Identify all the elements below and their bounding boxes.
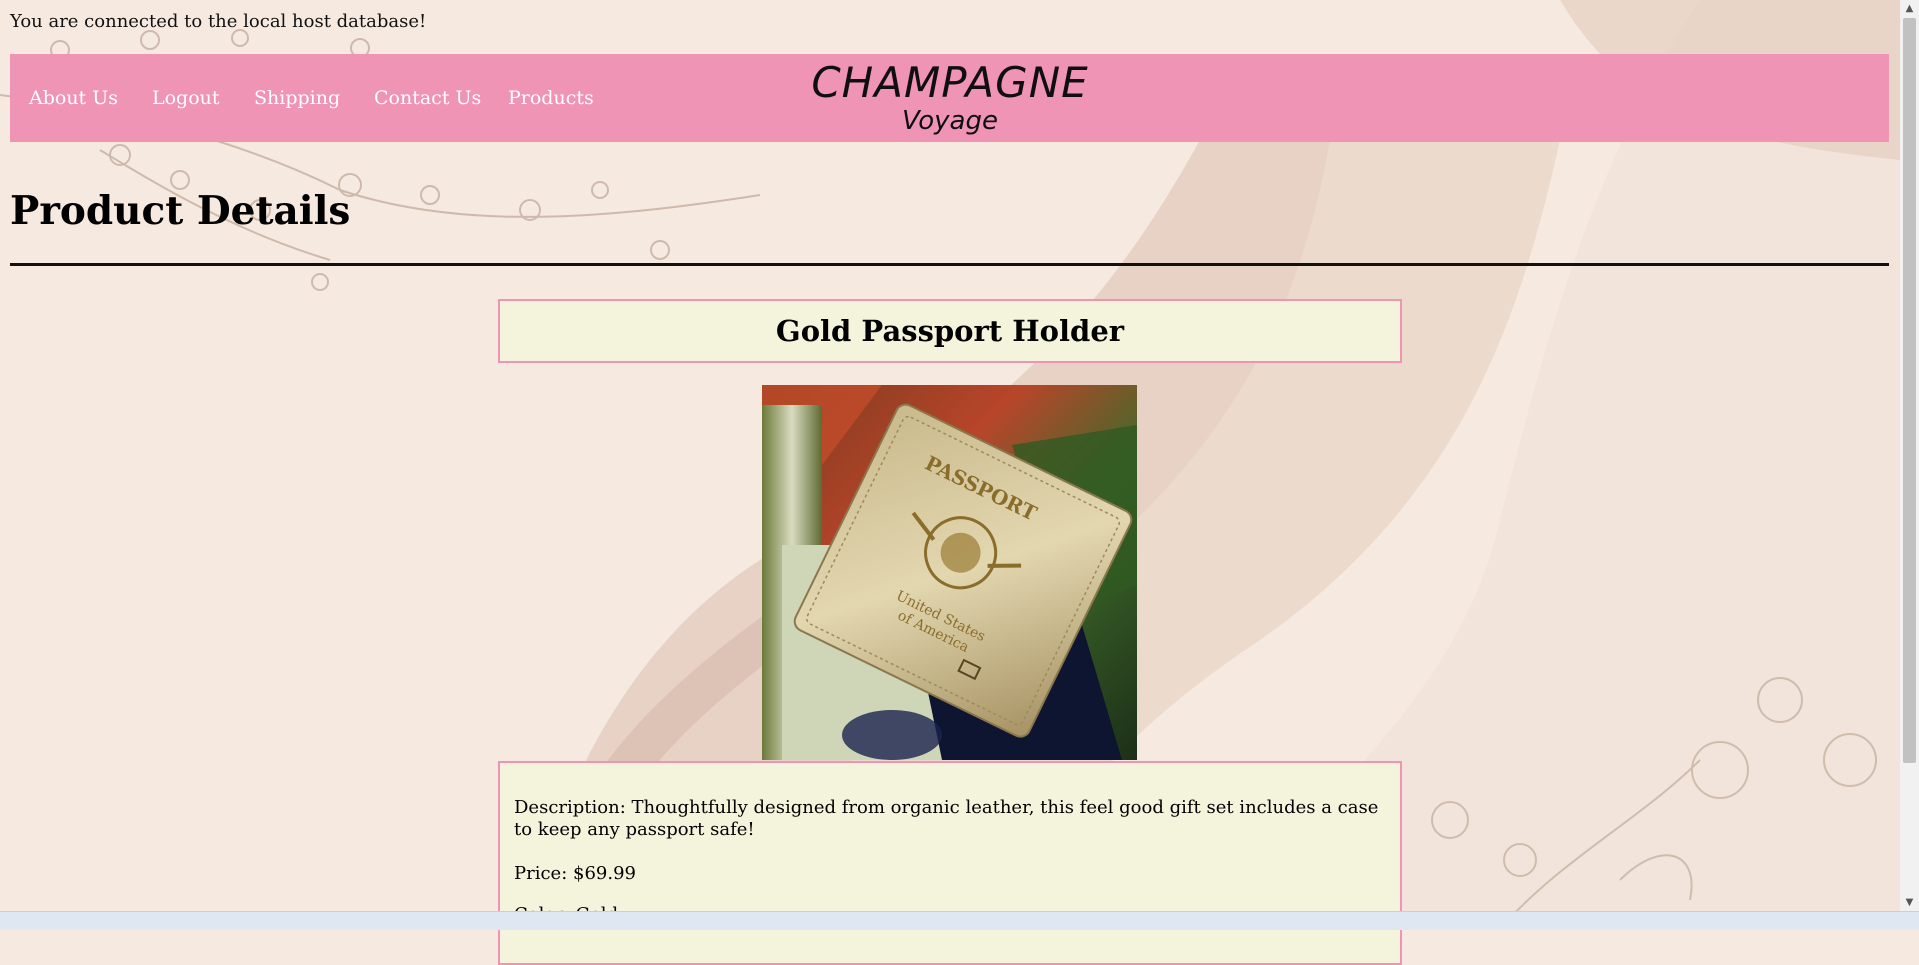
nav-link-about-us[interactable]: About Us: [29, 87, 118, 109]
scroll-up-arrow-icon[interactable]: ▲: [1900, 0, 1919, 17]
site-logo[interactable]: CHAMPAGNE Voyage: [800, 54, 1100, 142]
page-title: Product Details: [10, 188, 351, 234]
nav-link-logout[interactable]: Logout: [152, 87, 220, 109]
logo-main-text: CHAMPAGNE: [811, 58, 1089, 107]
title-divider: [10, 263, 1889, 266]
product-details-box: Description: Thoughtfully designed from …: [498, 761, 1402, 965]
main-navbar: About Us Logout Shipping Contact Us Prod…: [10, 54, 1889, 142]
logo-sub-text: Voyage: [902, 106, 998, 136]
product-price: Price: $69.99: [514, 863, 636, 884]
nav-link-shipping[interactable]: Shipping: [254, 87, 340, 109]
product-description: Description: Thoughtfully designed from …: [514, 797, 1379, 840]
page-content: You are connected to the local host data…: [0, 0, 1900, 965]
scroll-down-arrow-icon[interactable]: ▼: [1900, 894, 1919, 911]
scrollbar-thumb[interactable]: [1903, 18, 1916, 763]
product-name-box: Gold Passport Holder: [498, 299, 1402, 363]
product-name: Gold Passport Holder: [775, 314, 1125, 348]
nav-link-products[interactable]: Products: [508, 87, 594, 109]
vertical-scrollbar[interactable]: ▲ ▼: [1900, 0, 1919, 911]
os-taskbar: [0, 911, 1919, 930]
nav-link-contact-us[interactable]: Contact Us: [374, 87, 481, 109]
connection-status-message: You are connected to the local host data…: [10, 11, 427, 32]
product-image: PASSPORT United States of America: [762, 385, 1137, 760]
